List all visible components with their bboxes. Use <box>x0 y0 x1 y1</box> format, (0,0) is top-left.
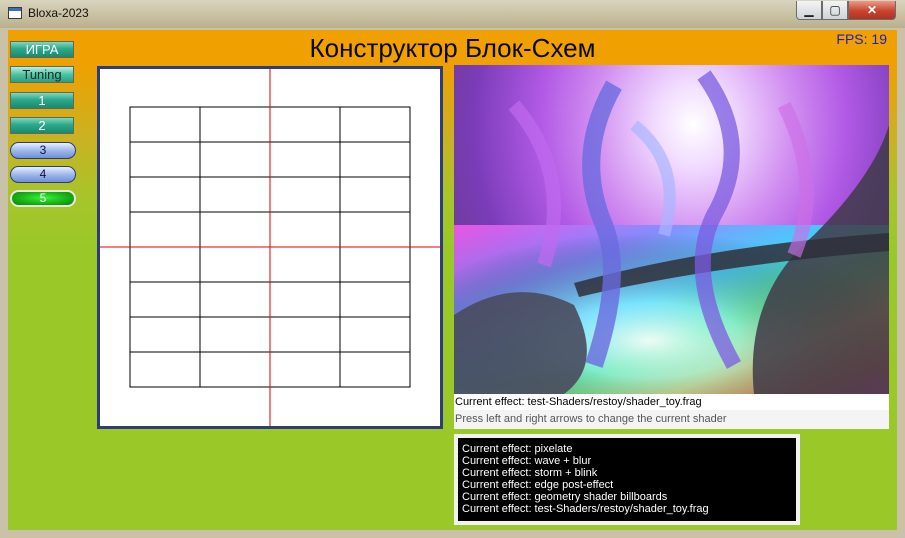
minimize-button[interactable]: ▁ <box>796 1 822 20</box>
game-button[interactable]: ИГРА <box>10 41 74 58</box>
close-button[interactable]: ✕ <box>848 1 896 20</box>
flowchart-canvas[interactable] <box>97 66 443 429</box>
window-title: Bloxa-2023 <box>28 6 89 20</box>
mode-4-button[interactable]: 4 <box>10 166 76 183</box>
page-title: Конструктор Блок-Схем <box>309 33 596 63</box>
mode-2-button[interactable]: 2 <box>10 117 74 134</box>
console-line: Current effect: wave + blur <box>462 455 592 467</box>
console-line: Current effect: test-Shaders/restoy/shad… <box>462 503 709 515</box>
console-line: Current effect: edge post-effect <box>462 479 614 491</box>
effect-log-console: Current effect: pixelate Current effect:… <box>454 434 800 525</box>
mode-5-button-selected[interactable]: 5 <box>10 190 76 207</box>
grid-drawing <box>100 69 440 426</box>
tuning-button[interactable]: Tuning <box>10 66 74 83</box>
current-effect-label: Current effect: test-Shaders/restoy/shad… <box>454 394 889 410</box>
app-icon <box>8 7 22 19</box>
mode-3-button[interactable]: 3 <box>10 142 76 159</box>
console-line: Current effect: geometry shader billboar… <box>462 491 668 503</box>
mode-1-button[interactable]: 1 <box>10 92 74 109</box>
shader-render-view <box>454 65 889 394</box>
console-line: Current effect: storm + blink <box>462 467 598 479</box>
shader-hint-label: Press left and right arrows to change th… <box>454 410 889 429</box>
client-area: Конструктор Блок-Схем FPS: 19 ИГРА Tunin… <box>8 30 897 530</box>
console-line: Current effect: pixelate <box>462 443 573 455</box>
fps-counter: FPS: 19 <box>836 31 887 47</box>
window-titlebar[interactable]: Bloxa-2023 ▁ ▢ ✕ <box>0 0 905 28</box>
shader-image <box>454 70 889 394</box>
maximize-button[interactable]: ▢ <box>822 1 848 20</box>
